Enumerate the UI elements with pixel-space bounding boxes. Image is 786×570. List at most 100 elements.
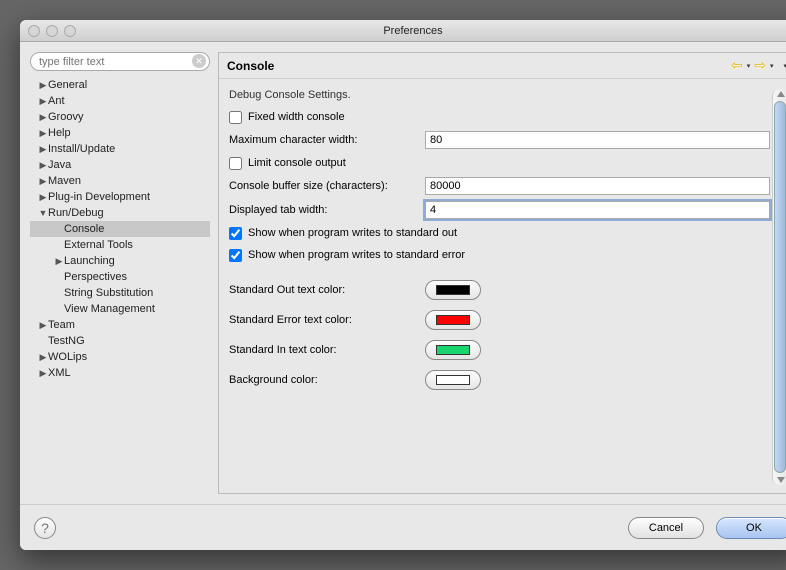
minimize-window-button[interactable] [46,25,58,37]
show-stderr-label[interactable]: Show when program writes to standard err… [248,249,465,261]
tree-item-testng[interactable]: TestNG [30,333,210,349]
content-header: Console ⇦ ▾ ⇨ ▾ ▾ [219,53,786,79]
tree-item-label: Install/Update [48,143,115,155]
tree-item-plug-in-development[interactable]: ▶Plug-in Development [30,189,210,205]
tree-item-label: String Substitution [64,287,153,299]
tree-item-install-update[interactable]: ▶Install/Update [30,141,210,157]
tab-width-label: Displayed tab width: [229,204,425,216]
tree-item-label: XML [48,367,71,379]
show-stdout-checkbox[interactable] [229,227,242,240]
tree-item-external-tools[interactable]: External Tools [30,237,210,253]
stdin-color-button[interactable] [425,340,481,360]
scrollbar-thumb[interactable] [774,101,786,473]
disclosure-icon[interactable]: ▶ [38,96,48,107]
max-width-input[interactable] [425,131,770,149]
tree-item-string-substitution[interactable]: String Substitution [30,285,210,301]
back-menu-icon[interactable]: ▾ [747,62,751,70]
stdout-color-button[interactable] [425,280,481,300]
filter-input[interactable] [30,52,210,71]
tree-item-team[interactable]: ▶Team [30,317,210,333]
disclosure-icon[interactable]: ▶ [38,112,48,123]
limit-output-label[interactable]: Limit console output [248,157,346,169]
traffic-lights [28,25,76,37]
tree-item-console[interactable]: Console [30,221,210,237]
close-window-button[interactable] [28,25,40,37]
tree-item-label: Perspectives [64,271,127,283]
disclosure-icon[interactable]: ▶ [54,256,64,267]
disclosure-icon[interactable]: ▶ [38,144,48,155]
forward-icon[interactable]: ⇨ [754,57,766,74]
cancel-button[interactable]: Cancel [628,517,704,539]
show-stdout-label[interactable]: Show when program writes to standard out [248,227,457,239]
titlebar: Preferences [20,20,786,42]
stderr-color-button[interactable] [425,310,481,330]
tree-item-maven[interactable]: ▶Maven [30,173,210,189]
page-title: Console [227,59,274,73]
tree-item-launching[interactable]: ▶Launching [30,253,210,269]
preferences-tree[interactable]: ▶General▶Ant▶Groovy▶Help▶Install/Update▶… [30,77,210,494]
stdout-swatch [436,285,470,295]
disclosure-icon[interactable]: ▶ [38,352,48,363]
content-pane: Console ⇦ ▾ ⇨ ▾ ▾ Debug Console Settings… [218,52,786,494]
disclosure-icon[interactable]: ▶ [38,176,48,187]
tree-item-label: Run/Debug [48,207,104,219]
disclosure-icon[interactable]: ▼ [38,208,48,218]
console-form: Debug Console Settings. Fixed width cons… [229,89,770,485]
tree-item-xml[interactable]: ▶XML [30,365,210,381]
clear-search-icon[interactable]: ✕ [192,54,206,68]
tree-item-wolips[interactable]: ▶WOLips [30,349,210,365]
footer: ? Cancel OK [20,504,786,550]
window-title: Preferences [20,25,786,37]
tree-item-label: Java [48,159,71,171]
filter-search: ✕ [30,52,210,71]
sidebar: ✕ ▶General▶Ant▶Groovy▶Help▶Install/Updat… [30,52,210,494]
limit-output-checkbox[interactable] [229,157,242,170]
forward-menu-icon[interactable]: ▾ [770,62,774,70]
disclosure-icon[interactable]: ▶ [38,80,48,91]
page-subtitle: Debug Console Settings. [229,89,770,101]
tree-item-view-management[interactable]: View Management [30,301,210,317]
footer-buttons: Cancel OK [628,517,786,539]
tree-item-ant[interactable]: ▶Ant [30,93,210,109]
disclosure-icon[interactable]: ▶ [38,192,48,203]
stdin-swatch [436,345,470,355]
bg-color-button[interactable] [425,370,481,390]
buffer-size-label: Console buffer size (characters): [229,180,425,192]
stderr-swatch [436,315,470,325]
tree-item-groovy[interactable]: ▶Groovy [30,109,210,125]
stderr-color-label: Standard Error text color: [229,314,425,326]
disclosure-icon[interactable]: ▶ [38,368,48,379]
buffer-size-input[interactable] [425,177,770,195]
bg-swatch [436,375,470,385]
tree-item-label: Help [48,127,71,139]
help-button[interactable]: ? [34,517,56,539]
stdin-color-label: Standard In text color: [229,344,425,356]
tab-width-input[interactable] [425,201,770,219]
tree-item-label: External Tools [64,239,133,251]
tree-item-label: Launching [64,255,115,267]
disclosure-icon[interactable]: ▶ [38,320,48,331]
nav-arrows: ⇦ ▾ ⇨ ▾ ▾ [731,57,786,74]
back-icon[interactable]: ⇦ [731,57,743,74]
disclosure-icon[interactable]: ▶ [38,160,48,171]
max-width-label: Maximum character width: [229,134,425,146]
tree-item-java[interactable]: ▶Java [30,157,210,173]
fixed-width-label[interactable]: Fixed width console [248,111,345,123]
tree-item-run-debug[interactable]: ▼Run/Debug [30,205,210,221]
tree-item-perspectives[interactable]: Perspectives [30,269,210,285]
zoom-window-button[interactable] [64,25,76,37]
tree-item-help[interactable]: ▶Help [30,125,210,141]
disclosure-icon[interactable]: ▶ [38,128,48,139]
tree-item-general[interactable]: ▶General [30,77,210,93]
bg-color-label: Background color: [229,374,425,386]
tree-item-label: Maven [48,175,81,187]
fixed-width-checkbox[interactable] [229,111,242,124]
tree-item-label: Plug-in Development [48,191,150,203]
ok-button[interactable]: OK [716,517,786,539]
tree-item-label: Team [48,319,75,331]
stdout-color-label: Standard Out text color: [229,284,425,296]
window-body: ✕ ▶General▶Ant▶Groovy▶Help▶Install/Updat… [20,42,786,504]
show-stderr-checkbox[interactable] [229,249,242,262]
tree-item-label: View Management [64,303,155,315]
content-scrollbar[interactable] [772,89,786,485]
